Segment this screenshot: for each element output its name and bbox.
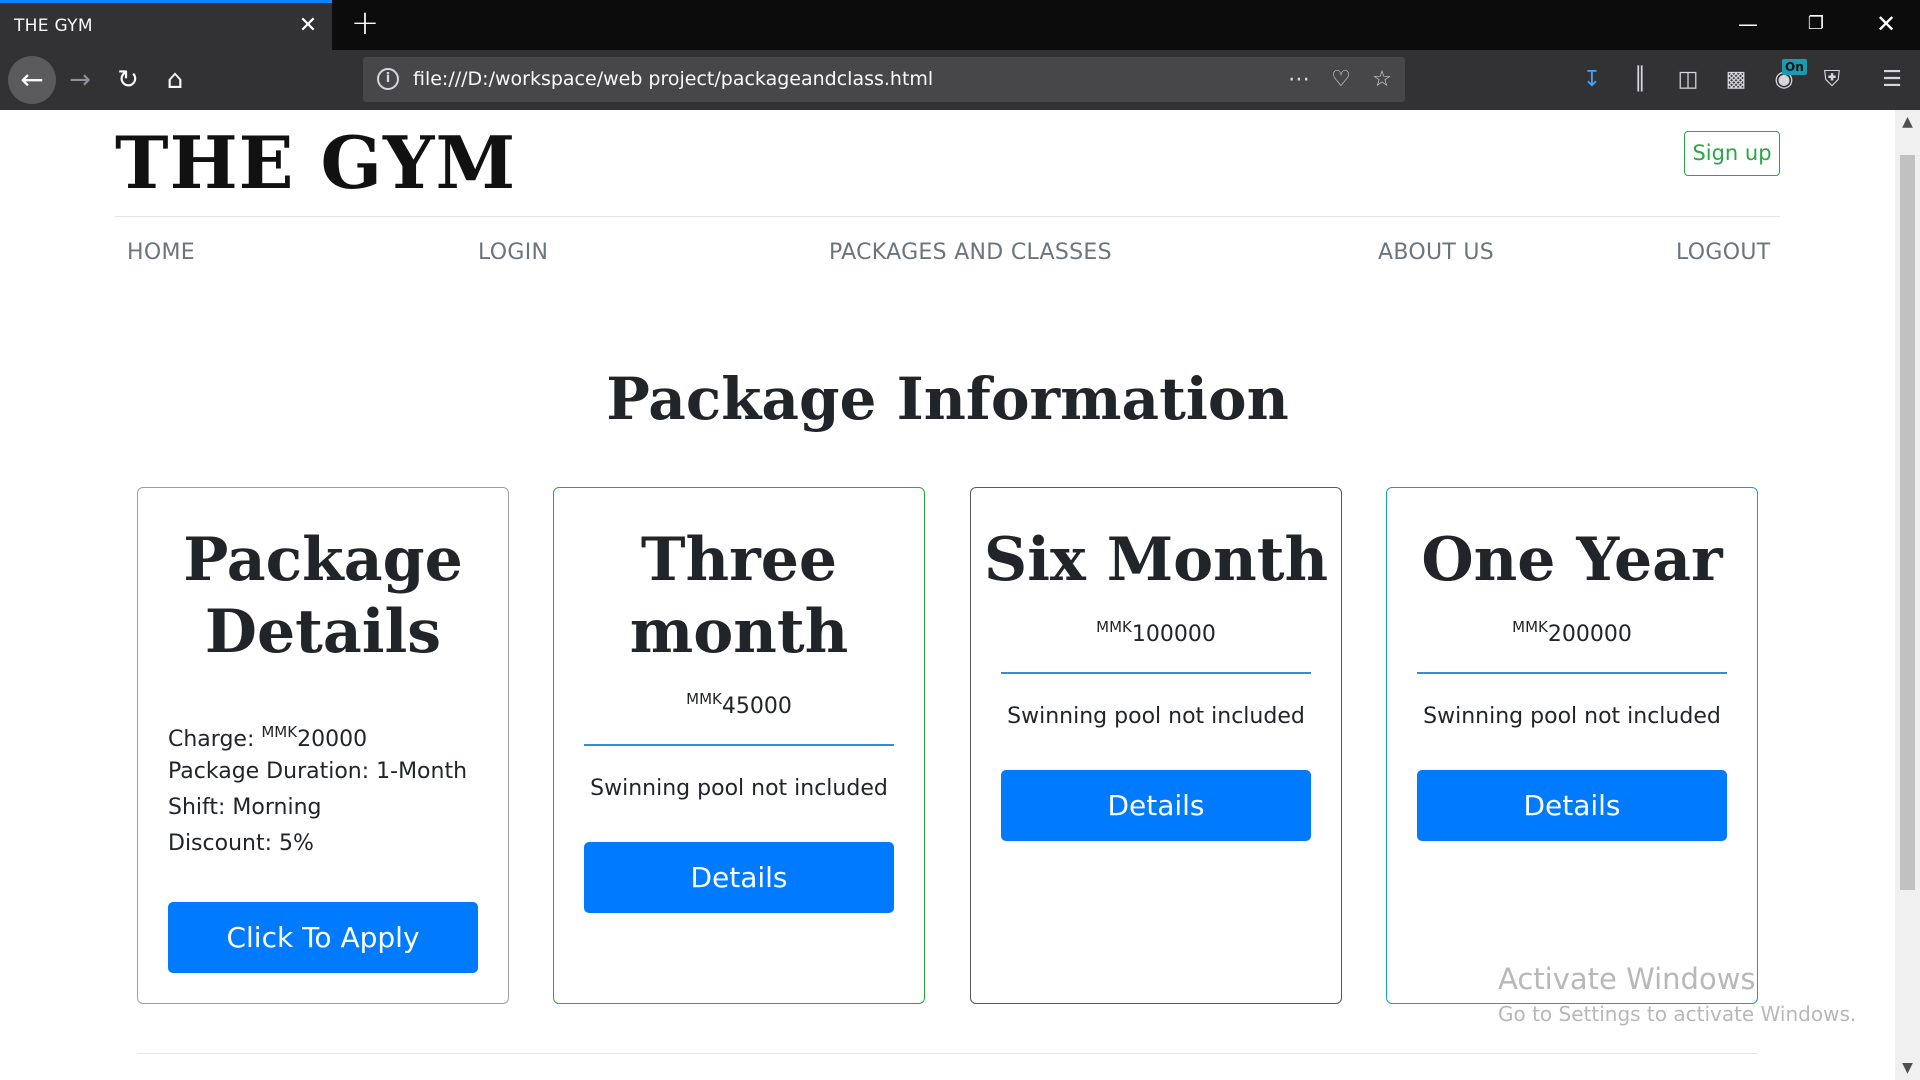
- currency-label: MMK: [1096, 618, 1132, 636]
- card-title: One Year: [1421, 525, 1723, 595]
- discount-line: Discount: 5%: [168, 831, 314, 856]
- card-title: Six Month: [983, 525, 1329, 595]
- browser-tab[interactable]: THE GYM ✕: [0, 0, 332, 50]
- details-button[interactable]: Details: [1001, 770, 1311, 841]
- page-info-icon[interactable]: i: [377, 68, 399, 90]
- sidebar-icon[interactable]: ◫: [1672, 64, 1704, 96]
- price-value: 200000: [1547, 622, 1632, 647]
- close-tab-icon[interactable]: ✕: [294, 12, 322, 40]
- nav-about-us[interactable]: ABOUT US: [1378, 240, 1494, 265]
- section-title: Package Information: [606, 365, 1289, 433]
- card-title-line1: Three: [640, 525, 838, 595]
- card-divider: [584, 744, 894, 746]
- scroll-up-icon[interactable]: ▲: [1895, 110, 1920, 134]
- details-button[interactable]: Details: [1417, 770, 1727, 841]
- charge-line: Charge: MMK20000: [168, 723, 367, 752]
- page-actions-icon[interactable]: ⋯: [1284, 65, 1314, 95]
- bookmark-star-icon[interactable]: ☆: [1367, 65, 1397, 95]
- activation-watermark-title: Activate Windows: [1498, 962, 1756, 996]
- scroll-down-icon[interactable]: ▼: [1895, 1056, 1920, 1080]
- new-tab-icon[interactable]: +: [347, 6, 383, 42]
- card-title-line2: month: [629, 597, 849, 667]
- nav-logout[interactable]: LOGOUT: [1676, 240, 1771, 265]
- package-card-details: Package Details Charge: MMK20000 Package…: [137, 487, 509, 1004]
- price-value: 100000: [1131, 622, 1216, 647]
- pocket-icon[interactable]: ♡: [1326, 65, 1356, 95]
- card-divider: [1417, 672, 1727, 674]
- apply-button[interactable]: Click To Apply: [168, 902, 478, 973]
- package-card-one-year: One Year MMK200000 Swinning pool not inc…: [1386, 487, 1758, 1004]
- signup-button[interactable]: Sign up: [1684, 131, 1780, 176]
- charge-label: Charge:: [168, 727, 255, 752]
- forward-arrow-icon[interactable]: →: [58, 58, 102, 102]
- vertical-scrollbar[interactable]: ▲ ▼: [1895, 110, 1920, 1080]
- header-divider: [115, 216, 1780, 217]
- scroll-thumb[interactable]: [1900, 155, 1915, 890]
- restore-icon[interactable]: ❐: [1782, 0, 1850, 50]
- archive-icon[interactable]: ▩: [1720, 64, 1752, 96]
- price: MMK100000: [971, 618, 1341, 647]
- card-divider: [1001, 672, 1311, 674]
- tab-bar: THE GYM ✕ + — ❐ ✕: [0, 0, 1920, 50]
- minimize-icon[interactable]: —: [1714, 0, 1782, 50]
- extension-badge: On: [1782, 59, 1807, 75]
- details-button[interactable]: Details: [584, 842, 894, 913]
- price: MMK45000: [554, 690, 924, 719]
- library-icon[interactable]: ║: [1624, 64, 1656, 96]
- currency-label: MMK: [686, 690, 722, 708]
- menu-icon[interactable]: ☰: [1876, 64, 1908, 96]
- currency-label: MMK: [261, 723, 298, 741]
- window-close-icon[interactable]: ✕: [1852, 0, 1920, 50]
- pool-note: Swinning pool not included: [1423, 704, 1721, 729]
- nav-packages-and-classes[interactable]: PACKAGES AND CLASSES: [829, 240, 1112, 265]
- back-arrow-icon[interactable]: ←: [8, 56, 56, 104]
- pool-note: Swinning pool not included: [1007, 704, 1305, 729]
- page-viewport: THE GYM Sign up HOME LOGIN PACKAGES AND …: [0, 110, 1895, 1080]
- card-title-line1: Package: [183, 525, 463, 595]
- package-card-three-month: Three month MMK45000 Swinning pool not i…: [553, 487, 925, 1004]
- package-card-six-month: Six Month MMK100000 Swinning pool not in…: [970, 487, 1342, 1004]
- tab-title: THE GYM: [14, 16, 93, 36]
- home-icon[interactable]: ⌂: [153, 58, 197, 102]
- nav-login[interactable]: LOGIN: [478, 240, 548, 265]
- brand-logo[interactable]: THE GYM: [115, 120, 516, 205]
- pool-note: Swinning pool not included: [590, 776, 888, 801]
- duration-line: Package Duration: 1-Month: [168, 759, 468, 784]
- url-text[interactable]: file:///D:/workspace/web project/package…: [413, 68, 933, 90]
- activation-watermark-subtitle: Go to Settings to activate Windows.: [1498, 1002, 1857, 1026]
- download-icon[interactable]: ↧: [1576, 64, 1608, 96]
- price: MMK200000: [1387, 618, 1757, 647]
- footer-divider: [137, 1053, 1757, 1054]
- shift-line: Shift: Morning: [168, 795, 322, 820]
- price-value: 45000: [721, 694, 792, 719]
- nav-toolbar: ← → ↻ ⌂ i file:///D:/workspace/web proje…: [0, 50, 1920, 110]
- address-bar[interactable]: i file:///D:/workspace/web project/packa…: [363, 57, 1405, 102]
- reload-icon[interactable]: ↻: [106, 58, 150, 102]
- currency-label: MMK: [1512, 618, 1548, 636]
- card-title-line2: Details: [204, 597, 442, 667]
- nav-home[interactable]: HOME: [127, 240, 195, 265]
- shield-icon[interactable]: ⛨: [1816, 64, 1848, 96]
- charge-value: 20000: [297, 727, 368, 752]
